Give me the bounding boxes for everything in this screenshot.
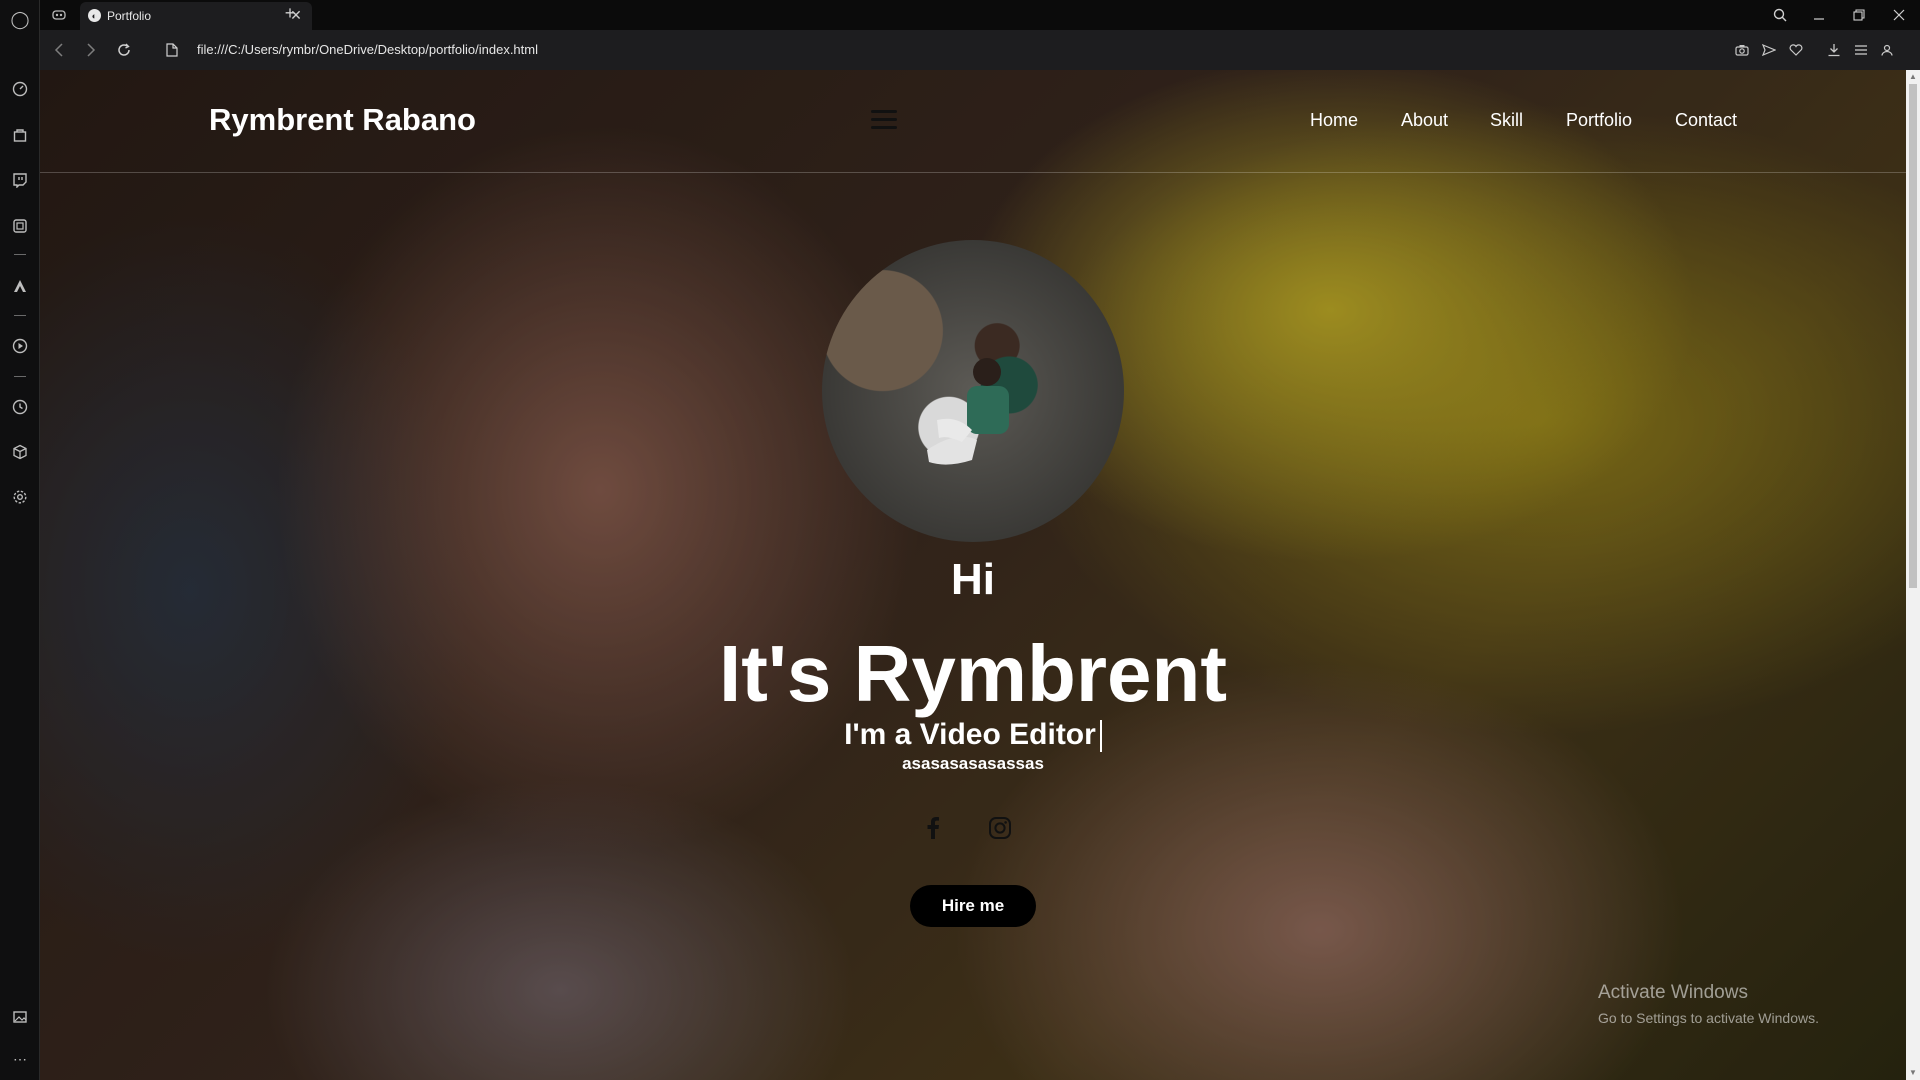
scroll-thumb[interactable] [1909,84,1917,588]
nav-skill[interactable]: Skill [1490,110,1523,131]
shopping-icon[interactable] [9,124,31,146]
workspaces-icon[interactable] [50,6,68,24]
hire-me-button[interactable]: Hire me [910,885,1036,927]
back-icon[interactable] [49,40,69,60]
site-brand[interactable]: Rymbrent Rabano [209,102,476,138]
url-field[interactable]: file:///C:/Users/rymbr/OneDrive/Desktop/… [197,42,538,57]
search-icon[interactable] [1769,4,1791,26]
tab-islands-icon[interactable] [9,215,31,237]
file-page-icon [162,40,182,60]
speed-dial-icon[interactable] [9,78,31,100]
hero-name: It's Rymbrent [718,629,1227,718]
address-bar: file:///C:/Users/rymbr/OneDrive/Desktop/… [40,30,1920,70]
tab-title: Portfolio [107,9,152,23]
nav-home[interactable]: Home [1310,110,1358,131]
download-icon[interactable] [1825,41,1843,59]
settings-gear-icon[interactable] [9,486,31,508]
page-viewport: Rymbrent Rabano Home About Skill Portfol… [40,70,1906,1080]
history-icon[interactable] [9,396,31,418]
nav-about[interactable]: About [1401,110,1448,131]
hero-subtitle: asasasasasassas [902,754,1044,773]
aria-icon[interactable] [9,275,31,297]
bookmark-heart-icon[interactable] [1787,41,1805,59]
restore-icon[interactable] [1848,4,1870,26]
scroll-up-icon[interactable]: ▲ [1908,72,1918,82]
opera-logo-icon[interactable]: ◯ [9,9,31,31]
close-window-icon[interactable] [1888,4,1910,26]
profile-avatar [822,240,1124,542]
hero-role-text: I'm a Video Editor [844,718,1096,751]
extensions-icon[interactable] [9,441,31,463]
send-icon[interactable] [1760,41,1778,59]
reload-icon[interactable] [114,40,134,60]
nav-portfolio[interactable]: Portfolio [1566,110,1632,131]
watermark-subtitle: Go to Settings to activate Windows. [1598,1010,1819,1026]
sidebar-divider [14,315,26,316]
twitch-icon[interactable] [9,169,31,191]
more-options-icon[interactable]: ⋯ [9,1048,31,1070]
sidebar-divider [14,376,26,377]
page-scrollbar[interactable]: ▲ ▼ [1906,70,1920,1080]
forward-icon[interactable] [81,40,101,60]
typing-caret [1099,720,1102,753]
active-tab[interactable]: ◐ Portfolio ✕ [80,2,312,30]
instagram-icon[interactable] [987,815,1013,841]
tab-strip: ◐ Portfolio ✕ + [40,0,1920,30]
sidebar-divider [14,254,26,255]
player-icon[interactable] [9,335,31,357]
hero-greeting: Hi [951,555,995,604]
menu-hamburger-icon[interactable] [871,110,897,132]
nav-contact[interactable]: Contact [1675,110,1737,131]
profile-icon[interactable] [1878,41,1896,59]
watermark-title: Activate Windows [1598,982,1748,1003]
avatar-photo [927,358,1009,465]
site-header: Rymbrent Rabano Home About Skill Portfol… [40,70,1906,173]
minimize-icon[interactable] [1808,4,1830,26]
activate-windows-watermark: Activate Windows Go to Settings to activ… [1598,982,1819,1026]
facebook-icon[interactable] [920,815,946,841]
snapshot-camera-icon[interactable] [1733,41,1751,59]
globe-icon: ◐ [88,9,101,22]
easy-setup-icon[interactable] [1852,41,1870,59]
hero-role: I'm a Video Editor [40,718,1906,753]
scroll-down-icon[interactable]: ▼ [1908,1068,1918,1078]
browser-sidebar: ◯ ⋯ [0,0,40,1080]
new-tab-button[interactable]: + [280,3,300,23]
gallery-icon[interactable] [9,1006,31,1028]
